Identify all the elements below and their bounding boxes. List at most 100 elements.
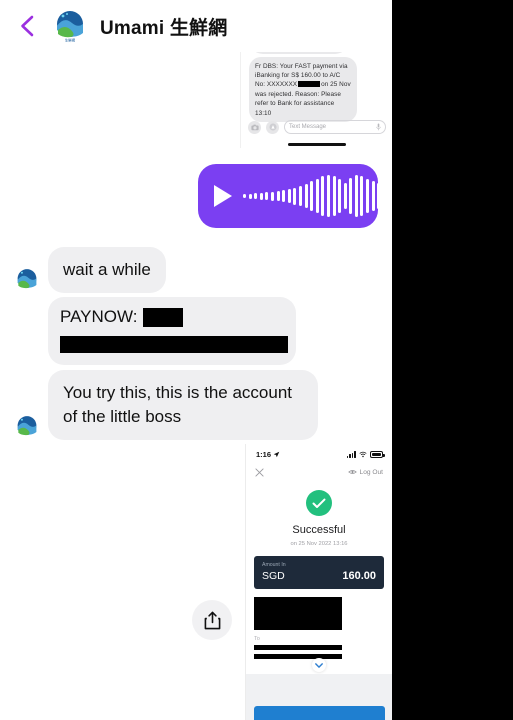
waveform-bar [377, 183, 381, 209]
avatar[interactable] [14, 267, 40, 293]
contact-avatar [14, 414, 40, 440]
waveform-bar [321, 176, 325, 216]
waveform-bar [276, 191, 280, 201]
to-label: To [254, 636, 260, 642]
phone-viewport: 生鮮網 Umami 生鮮網 DBS hotline. Fr DBS: Your … [0, 0, 392, 720]
redaction-block [143, 307, 184, 327]
message-bubble: You try this, this is the account of the… [48, 370, 318, 440]
voice-message-bubble[interactable]: 0:05 [198, 164, 392, 228]
check-circle-icon [306, 490, 332, 516]
chevron-left-icon [21, 15, 34, 37]
payment-status-block: Successful on 25 Nov 2022 13:16 [246, 482, 392, 547]
contact-avatar [14, 267, 40, 293]
close-x-icon[interactable] [255, 467, 264, 477]
waveform-bar [343, 183, 347, 209]
sms-input-placeholder: Text Message [289, 124, 327, 130]
message-list[interactable]: DBS hotline. Fr DBS: Your FAST payment v… [0, 52, 392, 720]
sms-text-input[interactable]: Text Message [284, 120, 386, 134]
message-row-boss: You try this, this is the account of the… [14, 370, 318, 440]
status-time: 1:16 [256, 450, 280, 459]
chevron-down-icon [315, 662, 323, 668]
redaction-bar [254, 645, 342, 650]
waveform-bar [287, 189, 291, 203]
contact-avatar: 生鮮網 [52, 8, 88, 44]
logout-label: Log Out [359, 468, 383, 476]
sms-bubble: Fr DBS: Your FAST payment via iBanking f… [249, 57, 357, 123]
waveform-bar [270, 191, 274, 201]
waveform-bar [282, 190, 286, 202]
waveform-bar [338, 179, 342, 213]
sms-partial-bubble: DBS hotline. [249, 52, 349, 54]
waveform-bar [259, 192, 263, 200]
waveform-bar [265, 192, 269, 200]
redaction-bar [254, 654, 342, 659]
payment-details: To [254, 597, 384, 659]
page-title: Umami 生鮮網 [100, 17, 228, 39]
status-icons [346, 451, 385, 458]
location-arrow-icon [273, 451, 280, 458]
payment-footer [246, 674, 392, 720]
payment-status-title: Successful [292, 524, 346, 536]
back-button[interactable] [14, 13, 40, 39]
redaction-bar [60, 336, 288, 353]
payment-toolbar: Log Out [246, 462, 392, 482]
amount-value: 160.00 [342, 570, 376, 582]
logout-button[interactable]: Log Out [347, 468, 383, 476]
message-row-paynow: PAYNOW: [48, 297, 296, 365]
waveform [243, 175, 392, 217]
waveform-bar [354, 175, 358, 217]
waveform-bar [293, 187, 297, 205]
share-upload-icon [204, 611, 220, 629]
amount-label: Amount In [262, 562, 286, 568]
paynow-label: PAYNOW: [60, 307, 138, 326]
screen-root: 生鮮網 Umami 生鮮網 DBS hotline. Fr DBS: Your … [0, 0, 513, 720]
amount-currency: SGD [262, 570, 285, 582]
home-indicator [287, 143, 346, 146]
waveform-bar [310, 181, 314, 211]
app-store-icon[interactable] [266, 120, 279, 134]
waveform-bar [326, 175, 330, 217]
amount-row: SGD 160.00 [262, 570, 376, 582]
status-bar: 1:16 [246, 444, 392, 462]
payment-screenshot-attachment[interactable]: 1:16 Log Out Successful on 25 Nov 2022 1… [245, 444, 392, 720]
status-time-label: 1:16 [256, 450, 272, 459]
chat-header: 生鮮網 Umami 生鮮網 [0, 0, 392, 52]
avatar[interactable]: 生鮮網 [52, 8, 88, 44]
waveform-bar [382, 184, 386, 208]
expand-button[interactable] [312, 658, 326, 672]
waveform-bar [315, 179, 319, 213]
message-bubble-paynow: PAYNOW: [48, 297, 296, 365]
wifi-icon [359, 451, 367, 458]
waveform-bar [366, 179, 370, 213]
message-bubble: wait a while [48, 247, 166, 293]
sms-input-bar: Text Message [241, 116, 392, 138]
waveform-bar [371, 181, 375, 211]
primary-action-button[interactable] [254, 706, 385, 720]
waveform-bar [254, 193, 258, 199]
play-icon[interactable] [214, 185, 232, 207]
waveform-bar [243, 194, 246, 198]
cellular-bars-icon [346, 451, 356, 458]
waveform-bar [360, 176, 364, 216]
waveform-bar [388, 181, 392, 211]
microphone-icon[interactable] [376, 123, 381, 131]
payment-status-date: on 25 Nov 2022 13:16 [290, 541, 348, 547]
redaction-block [298, 80, 321, 88]
waveform-bar [298, 186, 302, 206]
waveform-bar [332, 176, 336, 216]
eye-icon [347, 470, 357, 474]
waveform-bar [248, 193, 252, 199]
voice-message-row: 0:05 [198, 164, 392, 228]
nested-sms-screenshot[interactable]: DBS hotline. Fr DBS: Your FAST payment v… [240, 52, 392, 148]
battery-icon [370, 451, 385, 458]
redaction-block [254, 597, 342, 630]
share-button[interactable] [192, 600, 232, 640]
sms-bubble-text: Fr DBS: Your FAST payment via iBanking f… [255, 62, 351, 118]
amount-panel: Amount In SGD 160.00 [254, 556, 384, 589]
waveform-bar [349, 178, 353, 214]
svg-text:生鮮網: 生鮮網 [65, 38, 76, 43]
avatar[interactable] [14, 414, 40, 440]
camera-icon[interactable] [248, 120, 261, 134]
waveform-bar [304, 184, 308, 208]
paynow-line: PAYNOW: [60, 307, 284, 327]
